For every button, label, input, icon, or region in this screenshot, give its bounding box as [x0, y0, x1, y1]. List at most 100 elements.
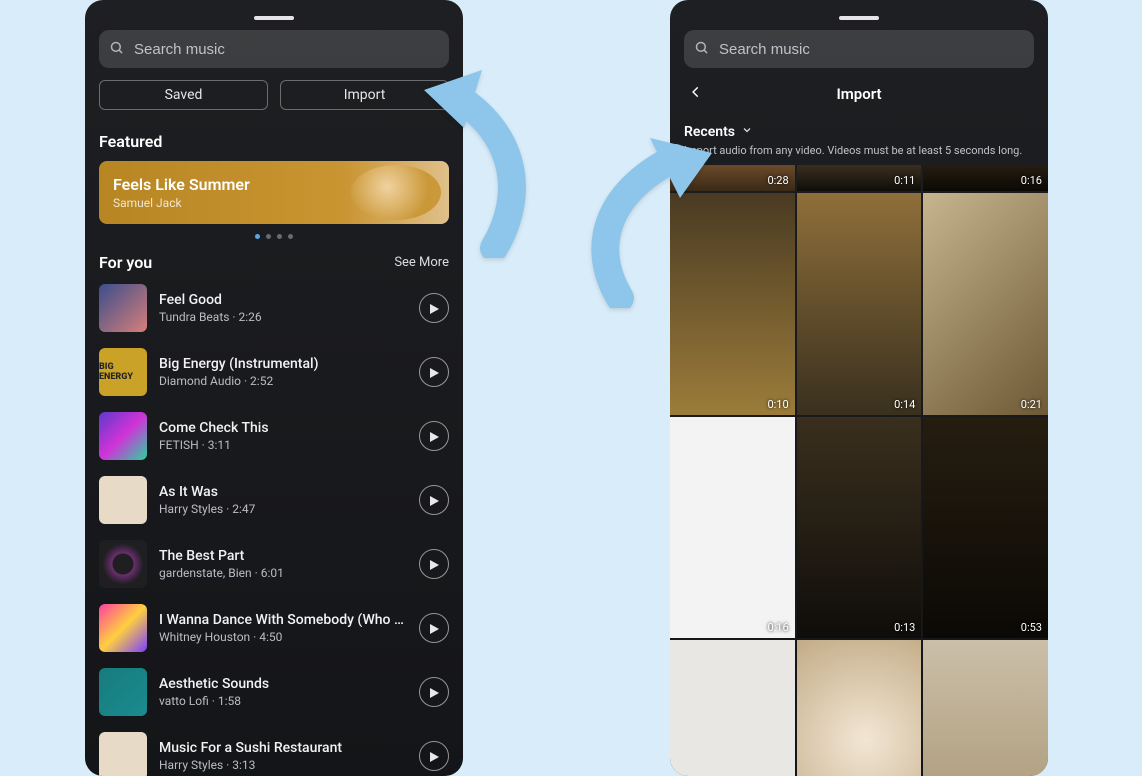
featured-heading: Featured — [99, 132, 449, 151]
video-duration: 0:16 — [767, 621, 788, 634]
play-icon — [429, 299, 439, 318]
page-dot — [288, 234, 293, 239]
track-title: Come Check This — [159, 420, 409, 436]
tab-saved-label: Saved — [165, 87, 203, 103]
canvas: Saved Import Featured Feels Like Summer … — [0, 0, 1142, 776]
track-meta: The Best Part gardenstate, Bien · 6:01 — [159, 548, 409, 580]
search-icon — [109, 40, 132, 59]
track-subtitle: Whitney Houston · 4:50 — [159, 630, 409, 644]
video-cell[interactable]: 0:16 — [670, 417, 795, 639]
track-row[interactable]: Come Check This FETISH · 3:11 — [85, 404, 463, 468]
track-meta: Music For a Sushi Restaurant Harry Style… — [159, 740, 409, 772]
track-meta: Big Energy (Instrumental) Diamond Audio … — [159, 356, 409, 388]
play-button[interactable] — [419, 357, 449, 387]
video-duration: 0:11 — [894, 174, 915, 187]
track-row[interactable]: The Best Part gardenstate, Bien · 6:01 — [85, 532, 463, 596]
video-cell[interactable]: 0:14 — [797, 193, 922, 415]
callout-arrow-icon — [404, 58, 584, 248]
play-icon — [429, 619, 439, 638]
sheet-grabber[interactable] — [254, 16, 294, 20]
page-dot — [277, 234, 282, 239]
track-row[interactable]: I Wanna Dance With Somebody (Who Lo… Whi… — [85, 596, 463, 660]
video-duration: 0:21 — [1021, 398, 1042, 411]
track-subtitle: gardenstate, Bien · 6:01 — [159, 566, 409, 580]
video-duration: 0:13 — [894, 621, 915, 634]
video-cell[interactable]: 0:13 — [797, 417, 922, 639]
track-subtitle: Harry Styles · 3:13 — [159, 758, 409, 772]
play-button[interactable] — [419, 613, 449, 643]
track-title: The Best Part — [159, 548, 409, 564]
play-icon — [429, 491, 439, 510]
page-dot — [266, 234, 271, 239]
tab-import-label: Import — [344, 87, 386, 103]
track-title: As It Was — [159, 484, 409, 500]
featured-card[interactable]: Feels Like Summer Samuel Jack — [99, 161, 449, 224]
video-cell[interactable] — [670, 640, 795, 776]
page-dot — [255, 234, 260, 239]
track-meta: Come Check This FETISH · 3:11 — [159, 420, 409, 452]
play-icon — [429, 747, 439, 766]
track-meta: Aesthetic Sounds vatto Lofi · 1:58 — [159, 676, 409, 708]
video-cell[interactable] — [923, 640, 1048, 776]
thumb-text: BIG ENERGY — [99, 362, 147, 382]
video-cell[interactable]: 0:11 — [797, 165, 922, 191]
track-title: I Wanna Dance With Somebody (Who Lo… — [159, 612, 409, 628]
video-duration: 0:16 — [1021, 174, 1042, 187]
track-row[interactable]: BIG ENERGY Big Energy (Instrumental) Dia… — [85, 340, 463, 404]
video-duration: 0:10 — [767, 398, 788, 411]
video-duration: 0:14 — [894, 398, 915, 411]
video-cell[interactable]: 0:21 — [923, 193, 1048, 415]
search-field[interactable] — [99, 30, 449, 68]
track-title: Feel Good — [159, 292, 409, 308]
track-thumb: BIG ENERGY — [99, 348, 147, 396]
play-button[interactable] — [419, 549, 449, 579]
play-button[interactable] — [419, 741, 449, 771]
sheet-grabber[interactable] — [839, 16, 879, 20]
play-button[interactable] — [419, 293, 449, 323]
track-row[interactable]: Aesthetic Sounds vatto Lofi · 1:58 — [85, 660, 463, 724]
search-input[interactable] — [717, 40, 1024, 59]
track-subtitle: Diamond Audio · 2:52 — [159, 374, 409, 388]
play-button[interactable] — [419, 485, 449, 515]
featured-title: Feels Like Summer — [113, 175, 250, 194]
import-title: Import — [836, 85, 881, 103]
search-field[interactable] — [684, 30, 1034, 68]
tab-saved[interactable]: Saved — [99, 80, 268, 110]
track-meta: Feel Good Tundra Beats · 2:26 — [159, 292, 409, 324]
track-subtitle: Harry Styles · 2:47 — [159, 502, 409, 516]
track-subtitle: FETISH · 3:11 — [159, 438, 409, 452]
track-thumb — [99, 540, 147, 588]
play-icon — [429, 683, 439, 702]
track-thumb — [99, 412, 147, 460]
video-cell[interactable]: 0:16 — [923, 165, 1048, 191]
video-duration: 0:53 — [1021, 621, 1042, 634]
search-input[interactable] — [132, 40, 439, 59]
track-title: Big Energy (Instrumental) — [159, 356, 409, 372]
for-you-header: For you See More — [99, 253, 449, 272]
track-row[interactable]: Feel Good Tundra Beats · 2:26 — [85, 276, 463, 340]
featured-artist: Samuel Jack — [113, 196, 250, 210]
track-title: Aesthetic Sounds — [159, 676, 409, 692]
for-you-heading: For you — [99, 253, 152, 272]
video-duration: 0:28 — [767, 174, 788, 187]
track-subtitle: vatto Lofi · 1:58 — [159, 694, 409, 708]
track-subtitle: Tundra Beats · 2:26 — [159, 310, 409, 324]
track-title: Music For a Sushi Restaurant — [159, 740, 409, 756]
track-thumb — [99, 668, 147, 716]
play-icon — [429, 555, 439, 574]
play-button[interactable] — [419, 421, 449, 451]
callout-arrow-icon — [580, 98, 750, 298]
track-meta: I Wanna Dance With Somebody (Who Lo… Whi… — [159, 612, 409, 644]
video-cell[interactable]: 0:53 — [923, 417, 1048, 639]
track-row[interactable]: As It Was Harry Styles · 2:47 — [85, 468, 463, 532]
track-thumb — [99, 604, 147, 652]
play-button[interactable] — [419, 677, 449, 707]
search-icon — [694, 40, 717, 59]
track-thumb — [99, 284, 147, 332]
video-cell[interactable] — [797, 640, 922, 776]
track-thumb — [99, 476, 147, 524]
play-icon — [429, 363, 439, 382]
track-thumb — [99, 732, 147, 776]
track-row[interactable]: Music For a Sushi Restaurant Harry Style… — [85, 724, 463, 776]
track-meta: As It Was Harry Styles · 2:47 — [159, 484, 409, 516]
